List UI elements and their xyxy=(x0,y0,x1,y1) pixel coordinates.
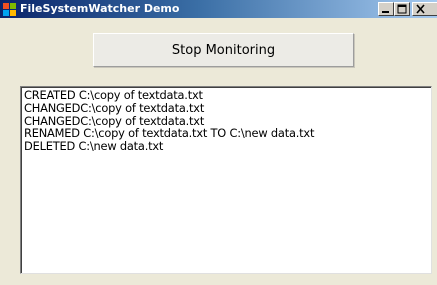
minimize-icon xyxy=(382,11,389,13)
close-button[interactable] xyxy=(412,2,437,16)
app-window: FileSystemWatcher Demo Stop Monitoring C… xyxy=(0,0,437,285)
stop-monitoring-button[interactable]: Stop Monitoring xyxy=(93,33,354,67)
windows-app-icon[interactable] xyxy=(3,2,17,16)
event-log-textbox[interactable]: CREATED C:\copy of textdata.txt CHANGEDC… xyxy=(20,86,432,274)
log-line: CHANGEDC:\copy of textdata.txt xyxy=(24,100,205,115)
log-line: CREATED C:\copy of textdata.txt xyxy=(24,88,203,102)
minimize-button[interactable] xyxy=(378,2,394,16)
title-bar[interactable]: FileSystemWatcher Demo xyxy=(0,0,437,18)
log-line: DELETED C:\new data.txt xyxy=(24,139,164,154)
close-icon xyxy=(416,4,425,14)
maximize-button[interactable] xyxy=(394,2,410,16)
maximize-icon xyxy=(397,4,407,14)
window-title: FileSystemWatcher Demo xyxy=(20,2,180,15)
